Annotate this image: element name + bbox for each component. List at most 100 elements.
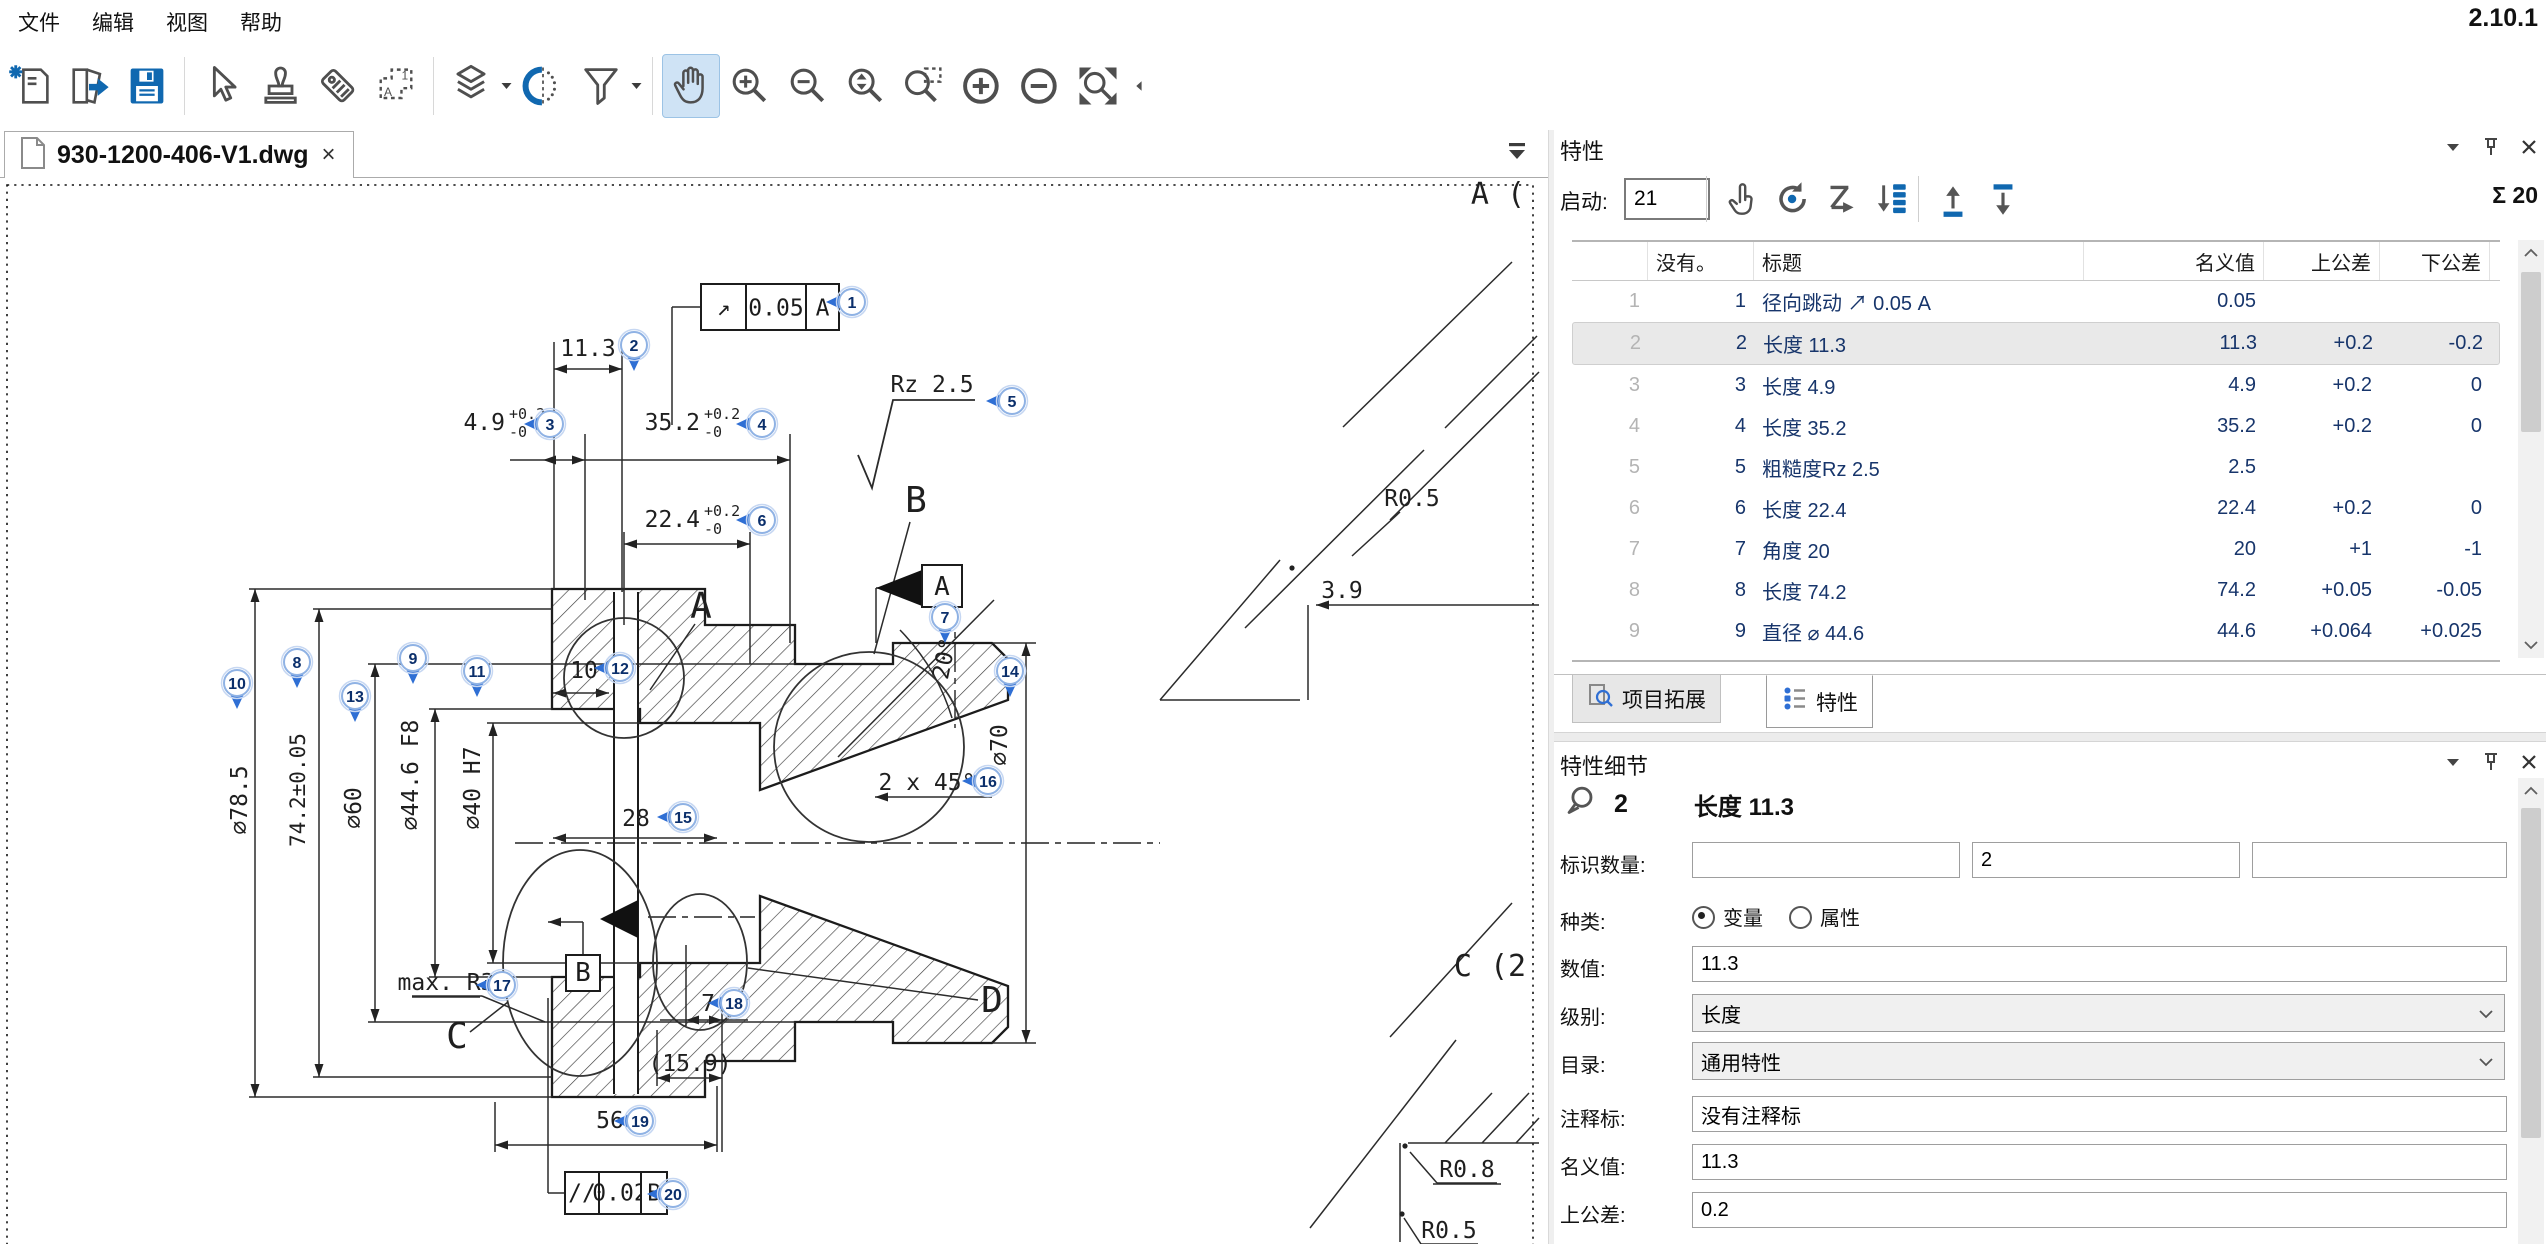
panel-pin-icon[interactable] (2480, 751, 2502, 778)
save-button[interactable] (119, 55, 175, 117)
col-header-title[interactable]: 标题 (1754, 242, 2084, 280)
table-scrollbar-thumb[interactable] (2521, 272, 2541, 432)
view-label[interactable]: C (446, 1016, 468, 1057)
menu-3[interactable]: 视图 (152, 1, 222, 43)
panel-close-icon[interactable] (2518, 751, 2540, 778)
table-scrollbar[interactable] (2518, 240, 2544, 658)
dim-text[interactable]: max. R3 (398, 970, 495, 996)
col-header-no[interactable]: 没有。 (1648, 242, 1754, 280)
toolbar-collapse-icon[interactable] (1128, 55, 1154, 117)
panel-pin-icon[interactable] (2480, 136, 2502, 163)
dim-text[interactable]: 3.9 (1321, 578, 1363, 604)
zoom-window-button[interactable] (896, 55, 952, 117)
capture-region-button[interactable]: 1A (368, 55, 424, 117)
view-label[interactable]: C (2 (1454, 949, 1526, 984)
tag-button[interactable] (310, 55, 366, 117)
view-label[interactable]: B (905, 480, 927, 521)
dim-text[interactable]: 11.3 (560, 336, 615, 362)
table-row-7[interactable]: 77角度 20 20+1-1 (1572, 529, 2500, 570)
table-row-8[interactable]: 88长度 74.2 74.2+0.05-0.05 (1572, 570, 2500, 611)
balloon-15[interactable]: 15 (657, 802, 699, 833)
balloon-5[interactable]: 5 (986, 386, 1028, 417)
menu-2[interactable]: 编辑 (78, 1, 148, 43)
balloon-8[interactable]: 8 (282, 647, 313, 689)
table-row-3[interactable]: 33长度 4.9 4.9+0.20 (1572, 365, 2500, 406)
catalog-select[interactable]: 通用特性 (1692, 1042, 2505, 1080)
id-count-input-2[interactable] (1972, 842, 2240, 878)
radio-attribute[interactable] (1789, 906, 1812, 929)
balloon-6[interactable]: 6 (736, 505, 778, 536)
dim-text[interactable]: 2 x 45° (879, 770, 976, 796)
balloon-13[interactable]: 13 (340, 681, 371, 723)
details-scrollbar-thumb[interactable] (2521, 808, 2541, 1138)
datum-box-A[interactable]: A (922, 565, 962, 607)
increase-button[interactable] (954, 55, 1010, 117)
dim-text[interactable]: ⌀40 H7 (460, 746, 486, 829)
table-row-2[interactable]: 22长度 11.3 11.3+0.2-0.2 (1572, 322, 2500, 365)
panel-menu-icon[interactable] (2442, 136, 2464, 163)
layers-button[interactable] (443, 55, 499, 117)
details-scrollbar[interactable] (2518, 778, 2544, 1244)
datum-box-B[interactable]: B (566, 955, 600, 991)
table-row-5[interactable]: 55粗糙度Rz 2.5 2.5 (1572, 447, 2500, 488)
dim-text[interactable]: ⌀78.5 (227, 765, 253, 834)
stamp-button[interactable] (252, 55, 308, 117)
filter-button[interactable] (573, 55, 629, 117)
dim-text[interactable]: 4.9 (463, 410, 505, 436)
dock-tab-characteristics[interactable]: 特性 (1766, 675, 1873, 728)
id-count-input-3[interactable] (2252, 842, 2507, 878)
select-cursor-button[interactable] (194, 55, 250, 117)
balloon-11[interactable]: 11 (462, 656, 493, 698)
table-row-1[interactable]: 11径向跳动 ↗ 0.05 A 0.05 (1572, 281, 2500, 322)
note-input[interactable] (1692, 1096, 2507, 1132)
dim-text[interactable]: ⌀60 (341, 787, 367, 829)
dim-text[interactable]: Rz 2.5 (890, 372, 973, 398)
dim-text[interactable]: 22.4 (645, 507, 700, 533)
nominal-input[interactable] (1692, 1144, 2507, 1180)
panel-menu-icon[interactable] (2442, 751, 2464, 778)
layers-dropdown-icon[interactable] (500, 55, 514, 117)
dim-text[interactable]: ⌀44.6 F8 (398, 720, 424, 831)
balloon-9[interactable]: 9 (398, 643, 429, 685)
document-tab[interactable]: 930-1200-406-V1.dwg × (4, 131, 354, 178)
start-number-input[interactable] (1624, 178, 1710, 220)
sort-list-button[interactable] (1868, 176, 1914, 222)
filter-dropdown-icon[interactable] (630, 55, 644, 117)
balloon-10[interactable]: 10 (222, 668, 253, 710)
col-header-index[interactable] (1572, 242, 1648, 280)
class-select[interactable]: 长度 (1692, 994, 2505, 1032)
menu-4[interactable]: 帮助 (226, 1, 296, 43)
balloon-4[interactable]: 4 (736, 409, 778, 440)
dim-text[interactable]: (15.9) (648, 1051, 731, 1077)
zoom-out-button[interactable] (780, 55, 836, 117)
radio-variable[interactable] (1692, 906, 1715, 929)
import-up-button[interactable] (1930, 176, 1976, 222)
fcf-frame-1[interactable]: ↗0.05A (701, 284, 839, 330)
dim-text[interactable]: 74.2±0.05 (286, 733, 310, 847)
dim-text[interactable]: 35.2 (645, 410, 700, 436)
dim-text[interactable]: R0.5 (1384, 486, 1439, 512)
zoom-dynamic-button[interactable] (838, 55, 894, 117)
dim-text[interactable]: 10 (570, 658, 598, 684)
table-row-9[interactable]: 99直径 ⌀ 44.6 44.6+0.064+0.025 (1572, 611, 2500, 652)
tab-close-icon[interactable]: × (320, 141, 338, 169)
col-header-nominal[interactable]: 名义值 (2084, 242, 2264, 280)
hand-pointer-button[interactable] (1718, 176, 1764, 222)
id-count-input-1[interactable] (1692, 842, 1960, 878)
view-label[interactable]: A (690, 586, 712, 627)
decrease-button[interactable] (1012, 55, 1068, 117)
tab-list-icon[interactable] (1504, 138, 1530, 169)
panel-close-icon[interactable] (2518, 136, 2540, 163)
open-document-button[interactable] (61, 55, 117, 117)
z-path-button[interactable] (1818, 176, 1864, 222)
view-label[interactable]: A ( (1471, 178, 1525, 212)
menu-1[interactable]: 文件 (4, 1, 74, 43)
value-input[interactable] (1692, 946, 2507, 982)
dim-text[interactable]: ⌀70 (987, 724, 1013, 766)
dim-text[interactable]: R0.5 (1421, 1218, 1476, 1244)
dock-splitter[interactable] (1554, 732, 2546, 742)
pan-button[interactable] (662, 54, 720, 118)
dim-text[interactable]: R0.8 (1439, 1157, 1494, 1183)
col-header-lower[interactable]: 下公差 (2380, 242, 2490, 280)
mirror-button[interactable] (515, 55, 571, 117)
